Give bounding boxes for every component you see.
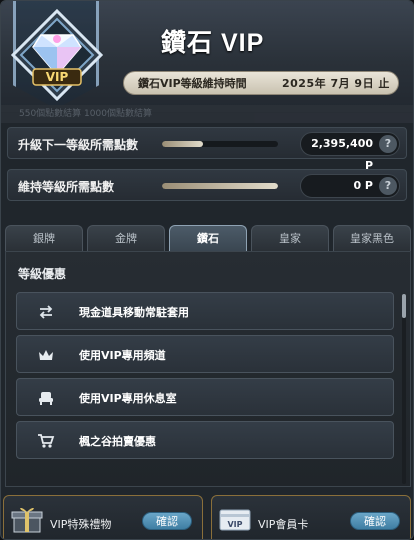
vip-member-card: VIP VIP會員卡 確認 xyxy=(211,495,411,539)
benefit-item[interactable]: 楓之谷拍賣優惠 xyxy=(16,421,394,459)
vip-gift-card: VIP特殊禮物 確認 xyxy=(3,495,203,539)
vip-card-label: VIP會員卡 xyxy=(258,518,309,531)
expiry-date: 2025年 7月 9日 止 xyxy=(282,77,390,90)
cart-icon xyxy=(38,434,55,448)
maintain-points-label: 維持等級所需點數 xyxy=(18,180,115,194)
upgrade-progress-fill xyxy=(162,141,203,147)
vip-window: VIP 鑽石 VIP 鑽石VIP等級維持時間 2025年 7月 9日 止 550… xyxy=(0,0,414,540)
maintain-points-text: 0 P xyxy=(353,179,373,192)
lounge-chair-icon xyxy=(39,392,53,405)
help-icon[interactable]: ? xyxy=(379,177,397,195)
tab-royal[interactable]: 皇家 xyxy=(251,225,329,251)
card-confirm-button[interactable]: 確認 xyxy=(350,512,400,530)
tab-diamond[interactable]: 鑽石 xyxy=(169,225,247,251)
tier-tabs: 銀牌 金牌 鑽石 皇家 皇家黑色 xyxy=(5,225,411,251)
tab-silver[interactable]: 銀牌 xyxy=(5,225,83,251)
member-card-text: VIP xyxy=(227,520,242,529)
maintain-progress-fill xyxy=(162,183,278,189)
maintain-points-value: 0 P ? xyxy=(300,174,400,198)
benefit-item[interactable]: 現金道具移動常駐套用 xyxy=(16,292,394,330)
decor-strip: 550個點數結算 1000個點數結算 xyxy=(1,105,413,123)
gift-confirm-button[interactable]: 確認 xyxy=(142,512,192,530)
benefits-panel: 等級優惠 現金道具移動常駐套用 使用VIP專用頻道 使用VIP專用休息室 楓之谷… xyxy=(5,251,411,487)
badge-text: VIP xyxy=(46,70,69,84)
tab-gold[interactable]: 金牌 xyxy=(87,225,165,251)
member-card-icon: VIP xyxy=(219,509,251,531)
benefit-item[interactable]: 使用VIP專用休息室 xyxy=(16,378,394,416)
upgrade-points-value: 2,395,400 P ? xyxy=(300,132,400,172)
benefits-scrollbar[interactable] xyxy=(402,294,406,484)
benefit-label: 使用VIP專用頻道 xyxy=(79,349,166,362)
maintain-progress-bar xyxy=(162,183,278,189)
benefit-label: 現金道具移動常駐套用 xyxy=(79,306,189,319)
crown-icon xyxy=(39,350,53,360)
benefit-label: 楓之谷拍賣優惠 xyxy=(79,435,156,448)
benefits-title: 等級優惠 xyxy=(18,267,67,281)
maintain-points-row: 維持等級所需點數 0 P ? xyxy=(7,169,407,201)
gift-icon xyxy=(11,507,43,533)
swap-icon xyxy=(39,305,53,319)
diamond-vip-badge-icon: VIP xyxy=(11,9,103,101)
upgrade-points-row: 升級下一等級所需點數 2,395,400 P ? xyxy=(7,127,407,172)
help-icon[interactable]: ? xyxy=(379,135,397,153)
expiry-pill: 鑽石VIP等級維持時間 2025年 7月 9日 止 xyxy=(123,71,399,95)
tab-royal-black[interactable]: 皇家黑色 xyxy=(333,225,411,251)
expiry-label: 鑽石VIP等級維持時間 xyxy=(138,77,247,90)
benefit-item[interactable]: 使用VIP專用頻道 xyxy=(16,335,394,373)
vip-gift-label: VIP特殊禮物 xyxy=(50,518,112,531)
upgrade-points-label: 升級下一等級所需點數 xyxy=(18,138,139,152)
benefit-label: 使用VIP專用休息室 xyxy=(79,392,177,405)
scrollbar-thumb[interactable] xyxy=(402,294,406,318)
page-title: 鑽石 VIP xyxy=(161,29,265,57)
upgrade-progress-bar xyxy=(162,141,278,147)
header: VIP 鑽石 VIP 鑽石VIP等級維持時間 2025年 7月 9日 止 xyxy=(1,1,413,113)
upgrade-points-text: 2,395,400 P xyxy=(311,137,373,172)
